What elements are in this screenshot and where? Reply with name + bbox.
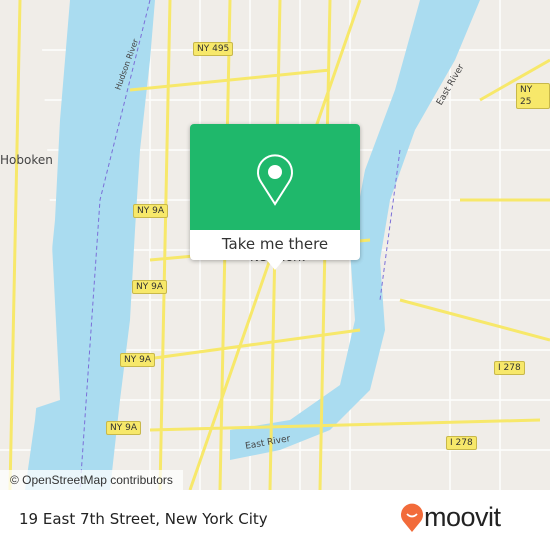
address-text: 19 East 7th Street, New York City bbox=[19, 510, 268, 528]
label-hoboken: Hoboken bbox=[0, 153, 53, 167]
map-pin-icon bbox=[257, 154, 293, 206]
shield-ny9a: NY 9A bbox=[106, 421, 141, 435]
shield-i278: I 278 bbox=[446, 436, 477, 450]
popup-pointer bbox=[265, 258, 285, 270]
shield-ny25: NY 25 bbox=[516, 83, 550, 109]
shield-ny495: NY 495 bbox=[193, 42, 234, 56]
shield-ny9a: NY 9A bbox=[133, 204, 168, 218]
moovit-logo: moovit bbox=[400, 502, 501, 533]
brand-name: moovit bbox=[424, 502, 501, 532]
popup-header bbox=[190, 124, 360, 230]
map-attribution[interactable]: © OpenStreetMap contributors bbox=[0, 470, 183, 490]
take-me-there-button[interactable]: Take me there bbox=[190, 230, 360, 260]
shield-ny9a: NY 9A bbox=[132, 280, 167, 294]
footer: 19 East 7th Street, New York City moovit bbox=[0, 490, 550, 550]
shield-i278: I 278 bbox=[494, 361, 525, 375]
destination-popup: Take me there bbox=[190, 124, 360, 270]
moovit-pin-icon bbox=[401, 503, 423, 532]
shield-ny9a: NY 9A bbox=[120, 353, 155, 367]
